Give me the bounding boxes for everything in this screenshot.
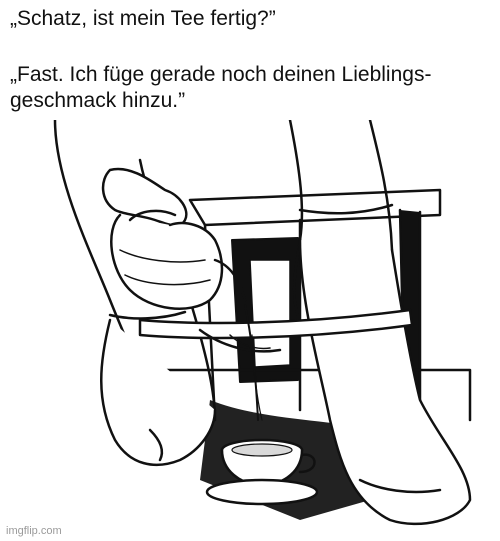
hand-with-teapot	[101, 167, 247, 310]
imgflip-watermark: imgflip.com	[6, 525, 62, 537]
meme-image: „Schatz, ist mein Tee fertig?” „Fast. Ic…	[0, 0, 500, 541]
caption-answer: „Fast. Ich füge gerade noch deinen Liebl…	[10, 63, 432, 112]
caption-question: „Schatz, ist mein Tee fertig?”	[10, 7, 276, 30]
cartoon-illustration	[53, 120, 472, 526]
